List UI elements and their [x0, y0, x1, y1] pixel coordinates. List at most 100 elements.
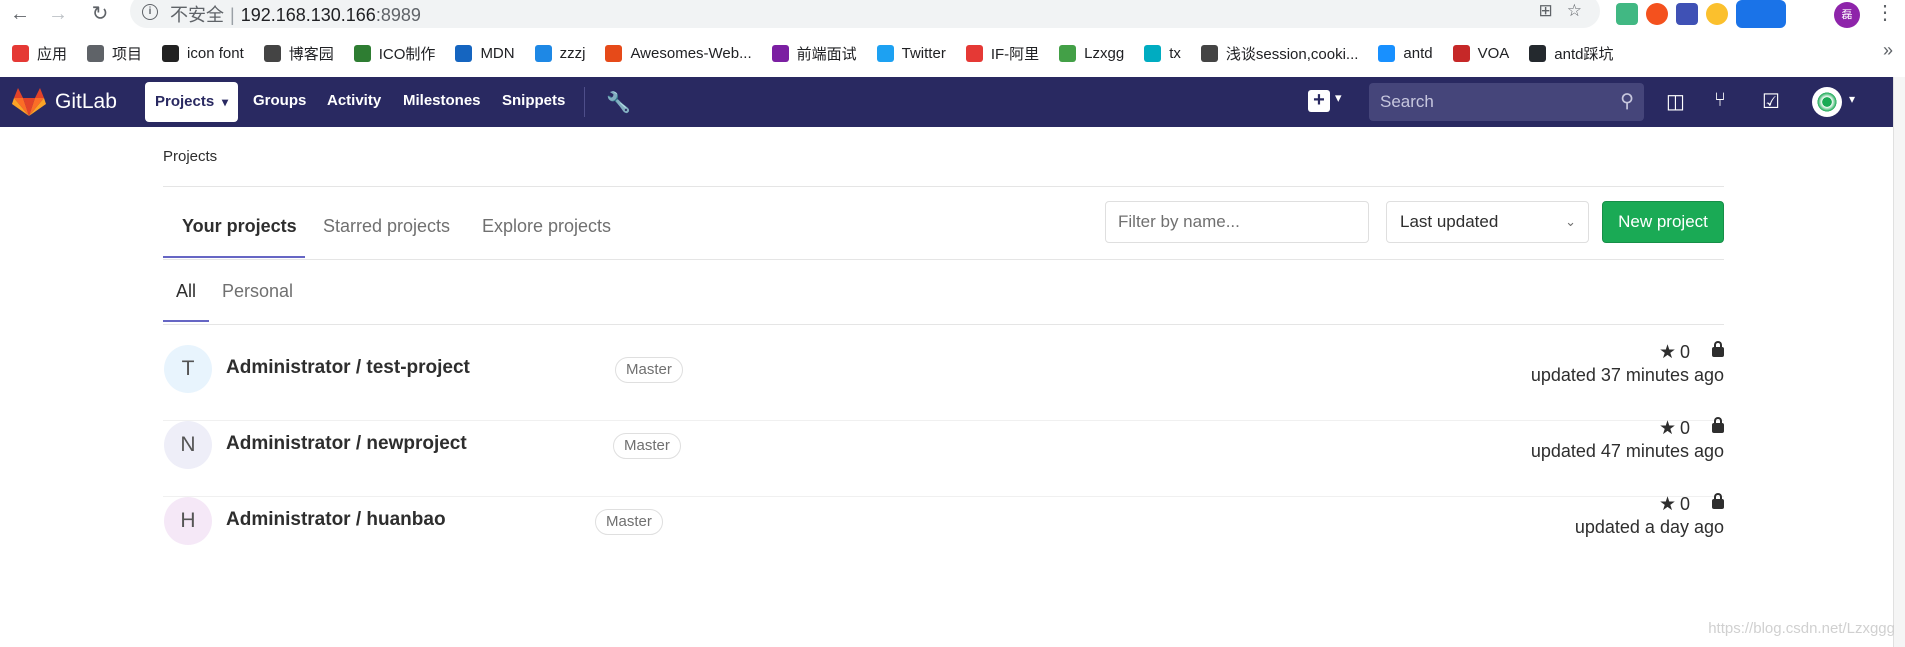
bookmark-item[interactable]: 浅谈session,cooki...: [1200, 43, 1358, 64]
extension-search-icon[interactable]: [1736, 0, 1786, 28]
tab-starred-projects[interactable]: Starred projects: [323, 216, 450, 237]
project-avatar[interactable]: T: [164, 345, 212, 393]
project-name-link[interactable]: Administrator / huanbao: [226, 509, 446, 531]
insecure-label: 不安全: [170, 5, 224, 25]
bookmark-favicon-icon: [87, 44, 105, 62]
bookmark-item[interactable]: ICO制作: [353, 43, 435, 64]
bookmark-item[interactable]: 前端面试: [771, 43, 857, 64]
extension-orange-icon[interactable]: [1646, 3, 1668, 25]
extension-icons: [1616, 0, 1786, 28]
vue-devtools-icon[interactable]: [1616, 3, 1638, 25]
active-subtab-indicator: [163, 320, 209, 322]
project-name-link[interactable]: Administrator / newproject: [226, 433, 467, 455]
project-role-badge: Master: [595, 509, 663, 535]
sort-dropdown-label: Last updated: [1400, 212, 1499, 231]
bookmark-item[interactable]: Twitter: [876, 44, 946, 62]
merge-requests-icon[interactable]: ⑂: [1714, 89, 1726, 112]
bookmark-favicon-icon: [12, 44, 29, 62]
todos-check-icon[interactable]: ☑: [1762, 89, 1780, 114]
star-count: 0: [1679, 494, 1690, 514]
star-icon: ★: [1658, 494, 1676, 515]
bookmark-favicon-icon: [1059, 44, 1077, 62]
search-icon: ⚲: [1620, 91, 1634, 112]
bookmark-item[interactable]: 博客园: [263, 43, 334, 64]
bookmark-favicon-icon: [534, 44, 552, 62]
bookmark-item[interactable]: 应用: [12, 43, 67, 64]
admin-wrench-icon[interactable]: 🔧: [606, 90, 631, 115]
nav-divider: [584, 87, 585, 117]
bookmark-favicon-icon: [1529, 44, 1547, 62]
project-stats: ★ 0: [1659, 417, 1724, 440]
address-bar[interactable]: i 不安全 | 192.168.130.166:8989 ⊞ ☆: [130, 0, 1600, 28]
nav-milestones[interactable]: Milestones: [403, 92, 481, 109]
bookmarks-overflow-icon[interactable]: »: [1883, 40, 1893, 61]
sidebar-toggle-icon[interactable]: ◫: [1666, 89, 1685, 114]
bookmark-item[interactable]: icon font: [162, 44, 244, 62]
extension-shield-icon[interactable]: [1706, 3, 1728, 25]
bookmark-item[interactable]: antd踩坑: [1529, 43, 1614, 64]
bookmark-item[interactable]: Lzxgg: [1059, 44, 1124, 62]
search-input[interactable]: [1369, 83, 1644, 121]
bookmark-label: zzzj: [559, 44, 586, 62]
bookmark-item[interactable]: Awesomes-Web...: [605, 44, 752, 62]
new-item-plus-icon[interactable]: +: [1308, 90, 1330, 112]
bookmark-item[interactable]: VOA: [1452, 44, 1510, 62]
tab-your-projects[interactable]: Your projects: [182, 216, 297, 237]
bookmark-label: icon font: [187, 44, 244, 62]
subtab-personal[interactable]: Personal: [222, 281, 293, 302]
watermark: https://blog.csdn.net/Lzxggg: [1708, 620, 1895, 637]
new-project-button[interactable]: New project: [1602, 201, 1724, 243]
bookmark-item[interactable]: MDN: [455, 44, 515, 62]
project-role-badge: Master: [615, 357, 683, 383]
sort-dropdown[interactable]: Last updated ⌄: [1386, 201, 1589, 243]
info-icon[interactable]: i: [142, 4, 158, 20]
nav-activity[interactable]: Activity: [327, 92, 381, 109]
bookmark-star-icon[interactable]: ☆: [1567, 1, 1582, 21]
gitlab-logo-icon[interactable]: [12, 87, 46, 117]
bookmark-item[interactable]: zzzj: [534, 44, 586, 62]
bookmark-label: Awesomes-Web...: [630, 44, 752, 62]
browser-menu-icon[interactable]: ⋮: [1875, 0, 1895, 25]
page-scrollbar[interactable]: [1893, 77, 1905, 647]
breadcrumb[interactable]: Projects: [163, 148, 217, 165]
browser-profile-avatar[interactable]: 磊: [1834, 2, 1860, 28]
subtab-all[interactable]: All: [176, 281, 196, 302]
project-name-link[interactable]: Administrator / test-project: [226, 357, 470, 379]
bookmarks-bar: 应用 项目 icon font 博客园 ICO制作 MDN zzzj Awesomes-Web…: [0, 39, 1905, 67]
project-row: N Administrator / newproject Master ★ 0 updat…: [163, 417, 1724, 497]
bookmark-item[interactable]: IF-阿里: [965, 43, 1040, 64]
chevron-down-icon[interactable]: ▾: [1335, 90, 1342, 106]
bookmark-favicon-icon: [1144, 44, 1162, 62]
bookmark-label: VOA: [1477, 44, 1510, 62]
active-tab-indicator: [163, 256, 305, 258]
user-avatar[interactable]: [1812, 87, 1842, 117]
bookmark-item[interactable]: 项目: [87, 43, 142, 64]
bookmark-label: antd: [1403, 44, 1433, 62]
gitlab-brand[interactable]: GitLab: [55, 90, 117, 114]
search-box[interactable]: ⚲: [1369, 83, 1644, 121]
extension-grid-icon[interactable]: [1676, 3, 1698, 25]
star-icon: ★: [1658, 418, 1676, 439]
projects-dropdown[interactable]: Projects ▾: [145, 82, 238, 122]
reload-icon[interactable]: ↻: [88, 2, 112, 26]
project-row: T Administrator / test-project Master ★ 0 upd…: [163, 341, 1724, 421]
bookmark-item[interactable]: antd: [1378, 44, 1433, 62]
chevron-down-icon[interactable]: ▾: [1849, 92, 1855, 106]
star-count: 0: [1679, 342, 1690, 362]
bookmark-favicon-icon: [771, 44, 789, 62]
lock-icon: [1712, 493, 1724, 509]
bookmark-favicon-icon: [162, 44, 180, 62]
project-updated: updated 47 minutes ago: [1530, 441, 1724, 461]
nav-snippets[interactable]: Snippets: [502, 92, 565, 109]
forward-icon[interactable]: →: [46, 2, 70, 26]
bookmark-item[interactable]: tx: [1144, 44, 1181, 62]
translate-icon[interactable]: ⊞: [1539, 1, 1553, 21]
bookmark-label: IF-阿里: [990, 45, 1040, 63]
tab-explore-projects[interactable]: Explore projects: [482, 216, 611, 237]
project-avatar[interactable]: H: [164, 497, 212, 545]
filter-by-name-input[interactable]: [1105, 201, 1369, 243]
project-avatar[interactable]: N: [164, 421, 212, 469]
nav-groups[interactable]: Groups: [253, 92, 306, 109]
project-role-badge: Master: [613, 433, 681, 459]
back-icon[interactable]: ←: [8, 2, 32, 26]
